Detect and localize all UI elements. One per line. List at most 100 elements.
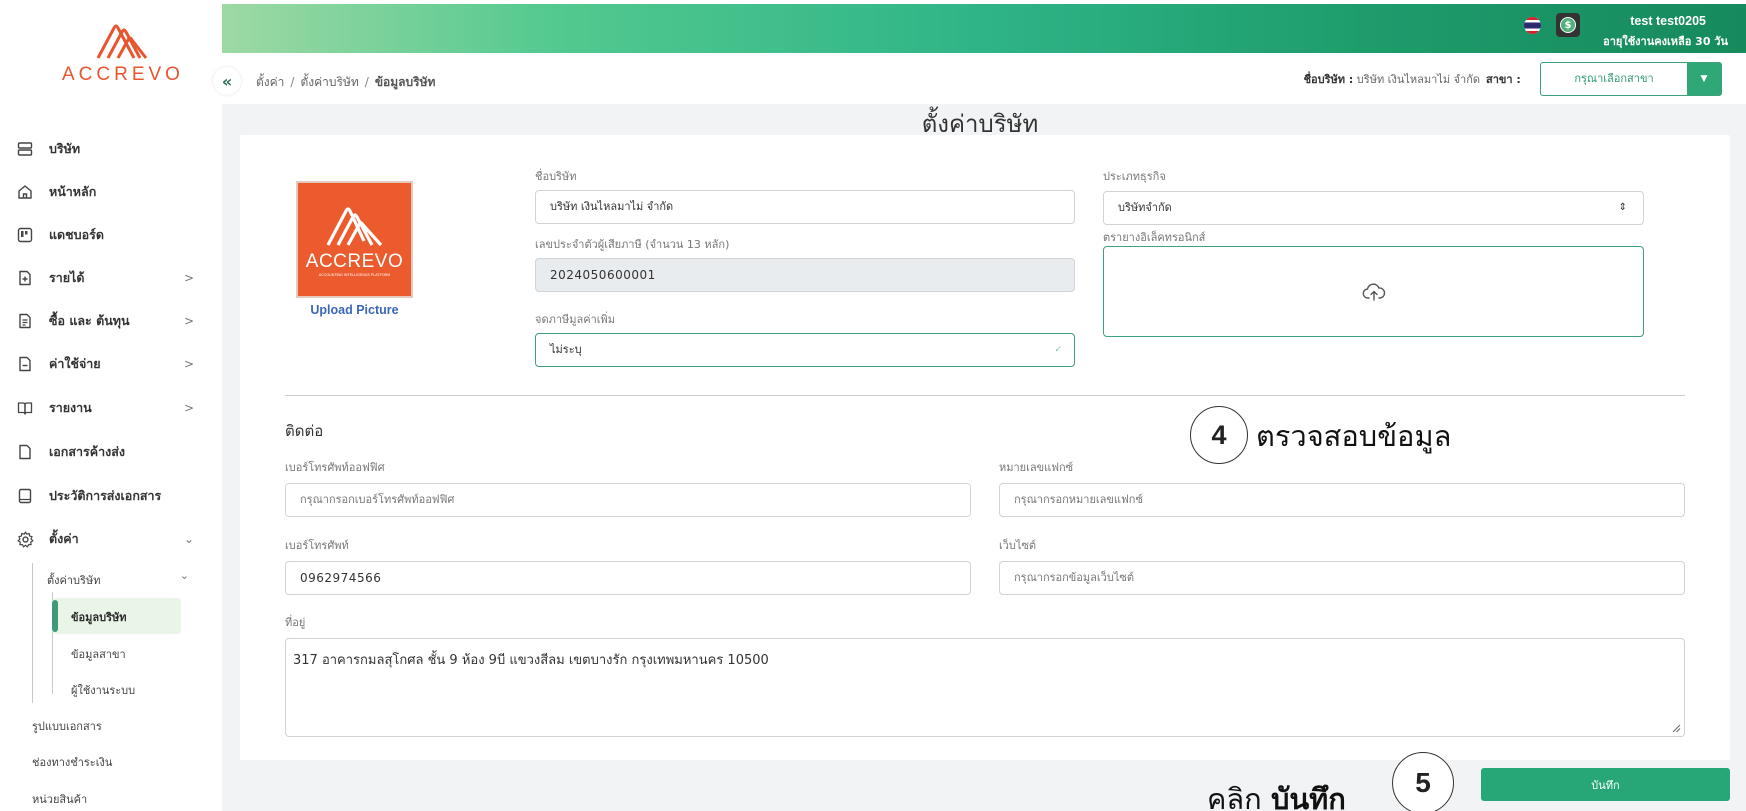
sidebar-item-home[interactable]: หน้าหลัก: [16, 179, 194, 205]
sidebar-subitem-payment-channels[interactable]: ช่องทางชำระเงิน: [32, 753, 112, 771]
address-textarea[interactable]: 317 อาคารกมลสุโกศล ชั้น 9 ห้อง 9บี แขวงส…: [285, 638, 1685, 737]
sidebar-item-document-history[interactable]: ประวัติการส่งเอกสาร: [16, 483, 194, 509]
office-phone-field[interactable]: กรุณากรอกเบอร์โทรศัพท์ออฟฟิศ: [285, 483, 971, 517]
website-field[interactable]: กรุณากรอกข้อมูลเว็บไซต์: [999, 561, 1685, 595]
sidebar-item-pending-documents[interactable]: เอกสารค้างส่ง: [16, 439, 194, 465]
income-icon: [16, 269, 34, 287]
company-logo-image: ACCREVO ACCOUNTING INTELLIGENCE PLATFORM: [298, 183, 411, 296]
address-label: ที่อยู่: [285, 616, 306, 629]
chevron-right-icon: >: [183, 357, 194, 371]
step-5-prefix: คลิก: [1207, 782, 1262, 811]
sidebar-item-label: รายได้: [49, 270, 85, 285]
step-4-badge: 4: [1190, 406, 1248, 464]
vat-select[interactable]: ไม่ระบุ ✓: [535, 333, 1075, 367]
wallet-coin-icon[interactable]: $: [1556, 13, 1580, 37]
sidebar-item-label: รายงาน: [49, 400, 92, 415]
fax-label: หมายเลขแฟกซ์: [999, 461, 1074, 474]
active-item-indicator: [52, 600, 58, 632]
breadcrumb-separator: /: [290, 75, 295, 89]
sidebar-item-label: ซื้อ และ ต้นทุน: [49, 313, 130, 328]
pending-document-icon: [16, 443, 34, 461]
chevron-down-icon: ⌄: [179, 569, 189, 582]
step-5-badge: 5: [1392, 752, 1454, 811]
logo-tagline: ACCOUNTING INTELLIGENCE PLATFORM: [319, 273, 390, 277]
caret-down-icon[interactable]: ▼: [1687, 63, 1721, 95]
sidebar-subitem-document-format[interactable]: รูปแบบเอกสาร: [32, 717, 102, 735]
sidebar-item-income[interactable]: รายได้ >: [16, 265, 194, 291]
top-banner: [222, 4, 1746, 53]
double-chevron-left-icon: «: [221, 71, 233, 91]
company-name-label: ชื่อบริษัท: [535, 170, 577, 183]
tax-id-field: 2024050600001: [535, 258, 1075, 292]
sidebar-subitem-product-units[interactable]: หน่วยสินค้า: [32, 790, 87, 808]
upload-picture-link[interactable]: Upload Picture: [296, 303, 413, 317]
vat-label: จดภาษีมูลค่าเพิ่ม: [535, 313, 616, 326]
breadcrumb: ตั้งค่า / ตั้งค่าบริษัท / ข้อมูลบริษัท: [256, 73, 435, 92]
sidebar-item-label: ตั้งค่าบริษัท: [47, 574, 101, 587]
company-name-field[interactable]: บริษัท เงินไหลมาไม่ จำกัด: [535, 190, 1075, 224]
chevron-right-icon: >: [183, 401, 194, 415]
sort-caret-icon: ⇕: [1618, 202, 1627, 213]
breadcrumb-item[interactable]: ตั้งค่า: [256, 75, 284, 89]
sidebar-item-label: หน้าหลัก: [49, 184, 97, 199]
step-5-bold: บันทึก: [1270, 782, 1346, 811]
document-history-icon: [16, 487, 34, 505]
gear-icon: [16, 530, 34, 548]
step-5-instruction: คลิก บันทึก: [1207, 776, 1346, 811]
phone-label: เบอร์โทรศัพท์: [285, 539, 349, 552]
user-name[interactable]: test test0205: [1580, 14, 1706, 28]
fax-field[interactable]: กรุณากรอกหมายเลขแฟกซ์: [999, 483, 1685, 517]
tax-id-label: เลขประจำตัวผู้เสียภาษี (จำนวน 13 หลัก): [535, 238, 730, 251]
breadcrumb-item[interactable]: ตั้งค่าบริษัท: [300, 75, 358, 89]
website-label: เว็บไซต์: [999, 539, 1037, 552]
sidebar-item-label: ตั้งค่า: [49, 531, 79, 546]
collapse-sidebar-button[interactable]: «: [213, 67, 241, 95]
branch-label: สาขา :: [1486, 73, 1521, 86]
chevron-right-icon: >: [183, 271, 194, 285]
business-type-select[interactable]: บริษัทจำกัด ⇕: [1103, 191, 1644, 225]
company-logo-upload[interactable]: ACCREVO ACCOUNTING INTELLIGENCE PLATFORM: [296, 181, 413, 298]
brand-name: ACCREVO: [62, 64, 184, 85]
step-4-instruction: ตรวจสอบข้อมูล: [1256, 419, 1452, 453]
sidebar-item-report[interactable]: รายงาน >: [16, 395, 194, 421]
business-type-value: บริษัทจำกัด: [1118, 201, 1172, 214]
sidebar-item-settings[interactable]: ตั้งค่า ⌄: [16, 526, 194, 552]
company-value: บริษัท เงินไหลมาไม่ จำกัด: [1356, 73, 1480, 86]
contact-section-title: ติดต่อ: [285, 422, 324, 440]
sidebar: ACCREVO บริษัท หน้าหลัก แดชบอร์ด รายได้ …: [0, 0, 222, 811]
sidebar-subitem-company-settings[interactable]: ตั้งค่าบริษัท ⌄: [47, 569, 192, 589]
chevron-right-icon: >: [183, 314, 194, 328]
sidebar-subitem-branch-info[interactable]: ข้อมูลสาขา: [71, 645, 126, 663]
electronic-stamp-upload[interactable]: [1103, 246, 1644, 337]
report-book-icon: [16, 399, 34, 417]
address-value: 317 อาคารกมลสุโกศล ชั้น 9 ห้อง 9บี แขวงส…: [293, 653, 769, 668]
dashboard-icon: [16, 226, 34, 244]
breadcrumb-separator: /: [364, 75, 369, 89]
thai-flag-icon[interactable]: [1524, 17, 1541, 34]
sidebar-item-company[interactable]: บริษัท: [16, 136, 194, 162]
save-button[interactable]: บันทึก: [1481, 768, 1730, 801]
office-phone-label: เบอร์โทรศัพท์ออฟฟิศ: [285, 461, 385, 474]
vat-select-value: ไม่ระบุ: [550, 343, 582, 356]
sidebar-item-label: ค่าใช้จ่าย: [49, 356, 101, 371]
expense-icon: [16, 355, 34, 373]
tree-line: [32, 563, 33, 703]
logo-brand-text: ACCREVO: [306, 251, 403, 272]
sidebar-item-label: แดชบอร์ด: [49, 227, 104, 242]
company-label: ชื่อบริษัท :: [1303, 73, 1354, 86]
accrevo-logo-mark-icon: [96, 24, 148, 59]
check-icon: ✓: [1054, 345, 1062, 355]
branch-select[interactable]: กรุณาเลือกสาขา ▼: [1540, 62, 1722, 96]
sidebar-item-purchase[interactable]: ซื้อ และ ต้นทุน >: [16, 308, 194, 334]
sidebar-subitem-system-users[interactable]: ผู้ใช้งานระบบ: [71, 681, 135, 699]
sidebar-item-dashboard[interactable]: แดชบอร์ด: [16, 222, 194, 248]
business-type-label: ประเภทธุรกิจ: [1103, 170, 1166, 183]
current-company: ชื่อบริษัท : บริษัท เงินไหลมาไม่ จำกัด: [1180, 70, 1480, 88]
purchase-icon: [16, 312, 34, 330]
chevron-down-icon: ⌄: [183, 532, 194, 546]
resize-grip-icon[interactable]: [1672, 724, 1681, 733]
brand-logo[interactable]: ACCREVO: [62, 18, 182, 86]
sidebar-item-expense[interactable]: ค่าใช้จ่าย >: [16, 351, 194, 377]
sidebar-subitem-company-info[interactable]: ข้อมูลบริษัท: [71, 608, 127, 626]
phone-field[interactable]: 0962974566: [285, 561, 971, 595]
